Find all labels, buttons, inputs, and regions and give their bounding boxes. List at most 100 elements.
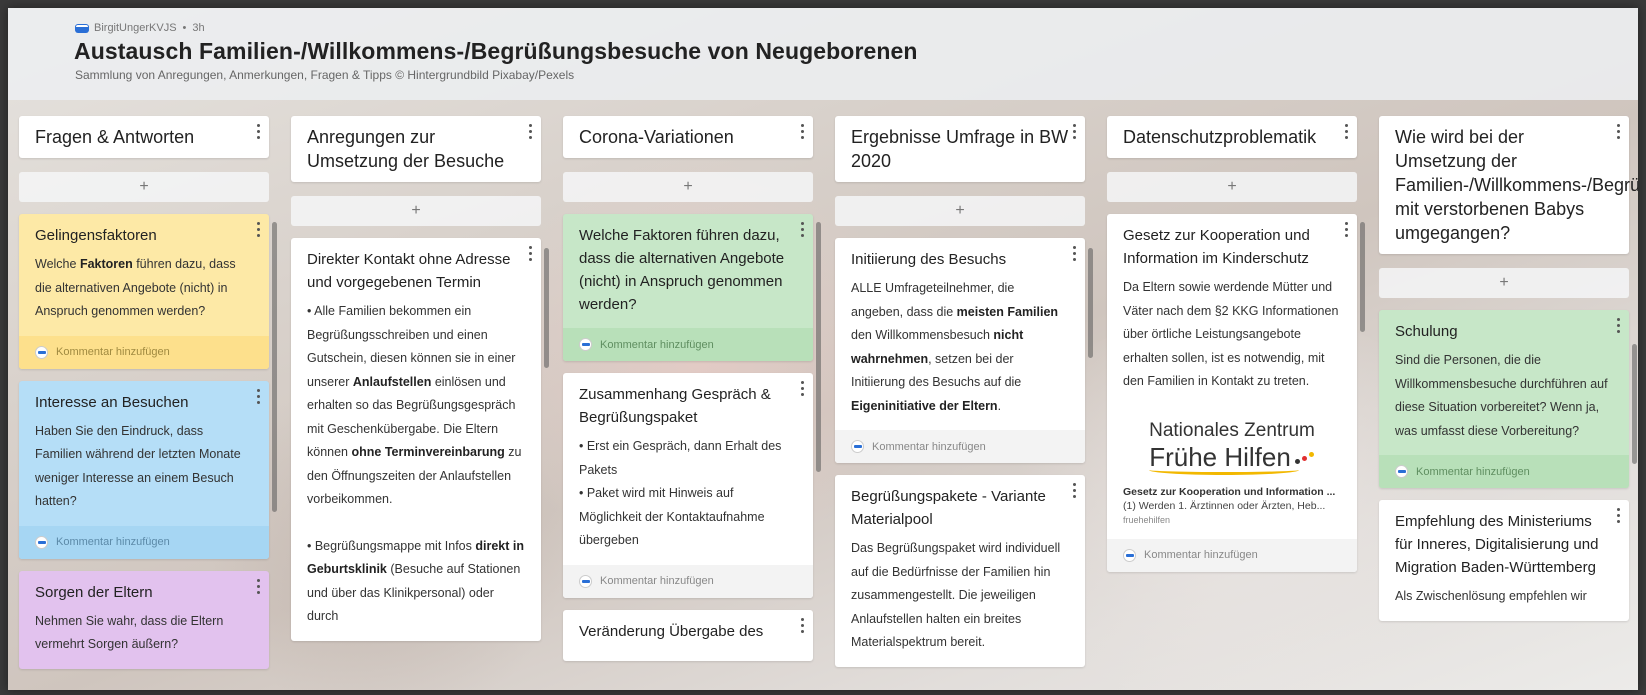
more-options-icon[interactable] bbox=[527, 246, 533, 261]
add-post-button[interactable]: + bbox=[563, 172, 813, 202]
more-options-icon[interactable] bbox=[1071, 246, 1077, 261]
link-preview-text: (1) Werden 1. Ärztinnen oder Ärzten, Heb… bbox=[1123, 499, 1326, 512]
more-options-icon[interactable] bbox=[799, 124, 805, 139]
user-avatar-icon bbox=[35, 535, 48, 549]
column-title: Ergebnisse Umfrage in BW 2020 bbox=[835, 116, 1085, 182]
column-scrollbar[interactable] bbox=[1632, 344, 1637, 464]
add-comment-button[interactable]: Kommentar hinzufügen bbox=[563, 328, 813, 361]
user-avatar-icon bbox=[1395, 465, 1408, 478]
more-options-icon[interactable] bbox=[255, 222, 261, 237]
post-title: Welche Faktoren führen dazu, dass die al… bbox=[579, 227, 785, 313]
post-card[interactable]: Gelingensfaktoren Welche Faktoren führen… bbox=[19, 214, 269, 369]
user-avatar-icon bbox=[1123, 548, 1136, 562]
post-text: • Begrüßungsmappe mit Infos direkt in Ge… bbox=[307, 538, 524, 624]
post-text: Als Zwischenlösung empfehlen wir bbox=[1395, 589, 1587, 603]
board-header: BirgitUngerKVJS • 3h Austausch Familien-… bbox=[8, 8, 1638, 100]
post-text: Welche Faktoren führen dazu, dass die al… bbox=[35, 257, 236, 318]
column-scrollbar[interactable] bbox=[544, 248, 549, 368]
more-options-icon[interactable] bbox=[799, 222, 805, 237]
post-title: Direkter Kontakt ohne Adresse und vorgeg… bbox=[307, 251, 511, 291]
add-post-button[interactable]: + bbox=[19, 172, 269, 202]
post-card[interactable]: Welche Faktoren führen dazu, dass die al… bbox=[563, 214, 813, 361]
column-ergebnisse: Ergebnisse Umfrage in BW 2020 + Initiier… bbox=[835, 116, 1093, 667]
column-scrollbar[interactable] bbox=[1088, 248, 1093, 358]
column-corona: Corona-Variationen + Welche Faktoren füh… bbox=[563, 116, 821, 661]
more-options-icon[interactable] bbox=[255, 124, 261, 139]
more-options-icon[interactable] bbox=[1343, 124, 1349, 139]
board-subtitle: Sammlung von Anregungen, Anmerkungen, Fr… bbox=[75, 68, 575, 82]
logo-swoosh-icon bbox=[1149, 465, 1300, 475]
more-options-icon[interactable] bbox=[1615, 124, 1621, 139]
more-options-icon[interactable] bbox=[255, 578, 261, 594]
post-title: Gelingensfaktoren bbox=[35, 227, 157, 244]
column-title: Fragen & Antworten bbox=[19, 116, 269, 158]
post-text: • Erst ein Gespräch, dann Erhalt des Pak… bbox=[579, 439, 782, 477]
column-scrollbar[interactable] bbox=[272, 222, 277, 512]
author-flag-icon bbox=[76, 24, 88, 32]
user-avatar-icon bbox=[579, 338, 592, 351]
post-title: Sorgen der Eltern bbox=[35, 583, 153, 601]
post-card[interactable]: Direkter Kontakt ohne Adresse und vorgeg… bbox=[291, 238, 541, 641]
user-avatar-icon bbox=[35, 345, 48, 359]
more-options-icon[interactable] bbox=[255, 388, 261, 404]
post-card[interactable]: Interesse an Besuchen Haben Sie den Eind… bbox=[19, 380, 269, 559]
post-title: Veränderung Übergabe des bbox=[579, 622, 764, 640]
post-title: Initiierung des Besuchs bbox=[851, 251, 1007, 268]
board-background: BirgitUngerKVJS • 3h Austausch Familien-… bbox=[8, 8, 1638, 690]
more-options-icon[interactable] bbox=[527, 124, 533, 139]
add-post-button[interactable]: + bbox=[835, 196, 1085, 226]
column-anregungen: Anregungen zur Umsetzung der Besuche + D… bbox=[291, 116, 549, 641]
post-card[interactable]: Begrüßungspakete - Variante Materialpool… bbox=[835, 475, 1085, 667]
more-options-icon[interactable] bbox=[1343, 222, 1349, 237]
add-comment-button[interactable]: Kommentar hinzufügen bbox=[19, 335, 269, 369]
column-title: Corona-Variationen bbox=[563, 116, 813, 158]
column-scrollbar[interactable] bbox=[816, 222, 821, 472]
post-card[interactable]: Schulung Sind die Personen, die die Will… bbox=[1379, 310, 1629, 488]
post-card[interactable]: Zusammenhang Gespräch & Begrüßungspaket … bbox=[563, 373, 813, 598]
author-name[interactable]: BirgitUngerKVJS bbox=[94, 22, 177, 34]
column-title: Wie wird bei der Umsetzung der Familien-… bbox=[1379, 116, 1638, 254]
post-title: Interesse an Besuchen bbox=[35, 393, 189, 411]
column-datenschutz: Datenschutzproblematik + Gesetz zur Koop… bbox=[1107, 116, 1365, 572]
add-comment-button[interactable]: Kommentar hinzufügen bbox=[1379, 455, 1629, 488]
add-comment-button[interactable]: Kommentar hinzufügen bbox=[1107, 538, 1357, 572]
post-title: Empfehlung des Ministeriums für Inneres,… bbox=[1395, 513, 1599, 576]
column-verstorbene-babys: Wie wird bei der Umsetzung der Familien-… bbox=[1379, 116, 1638, 621]
post-text: Das Begrüßungspaket wird individuell auf… bbox=[851, 541, 1061, 649]
more-options-icon[interactable] bbox=[1615, 508, 1621, 523]
post-text: • Alle Familien bekommen ein Begrüßungss… bbox=[307, 304, 522, 506]
board-title: Austausch Familien-/Willkommens-/Begrüßu… bbox=[74, 38, 918, 64]
post-text: • Paket wird mit Hinweis auf Möglichkeit… bbox=[579, 486, 765, 547]
add-post-button[interactable]: + bbox=[1379, 268, 1629, 298]
more-options-icon[interactable] bbox=[1071, 483, 1077, 498]
link-preview-title[interactable]: Gesetz zur Kooperation und Information .… bbox=[1123, 485, 1341, 499]
post-card[interactable]: Sorgen der Eltern Nehmen Sie wahr, dass … bbox=[19, 570, 269, 669]
post-card[interactable]: Veränderung Übergabe des bbox=[563, 609, 813, 661]
add-post-button[interactable]: + bbox=[1107, 172, 1357, 202]
post-text: ALLE Umfrageteilnehmer, die angeben, das… bbox=[851, 281, 1059, 413]
column-title: Datenschutzproblematik bbox=[1107, 116, 1357, 158]
column-fragen: Fragen & Antworten + Gelingensfaktoren W… bbox=[19, 116, 277, 669]
user-avatar-icon bbox=[579, 574, 592, 588]
link-preview-source: fruehehilfen bbox=[1123, 514, 1171, 525]
column-scrollbar[interactable] bbox=[1360, 222, 1365, 332]
more-options-icon[interactable] bbox=[799, 617, 805, 633]
fruehe-hilfen-logo[interactable]: Nationales Zentrum Frühe Hilfen bbox=[1123, 394, 1341, 485]
post-title: Begrüßungspakete - Variante Materialpool bbox=[851, 488, 1046, 528]
add-comment-button[interactable]: Kommentar hinzufügen bbox=[19, 525, 269, 559]
more-options-icon[interactable] bbox=[799, 381, 805, 396]
add-comment-button[interactable]: Kommentar hinzufügen bbox=[835, 430, 1085, 463]
post-time: 3h bbox=[192, 22, 205, 34]
post-card[interactable]: Initiierung des Besuchs ALLE Umfrageteil… bbox=[835, 238, 1085, 463]
add-post-button[interactable]: + bbox=[291, 196, 541, 226]
post-card[interactable]: Gesetz zur Kooperation und Information i… bbox=[1107, 214, 1357, 572]
post-text: Haben Sie den Eindruck, dass Familien wä… bbox=[35, 423, 241, 509]
column-title: Anregungen zur Umsetzung der Besuche bbox=[291, 116, 541, 182]
post-text: Nehmen Sie wahr, dass die Eltern vermehr… bbox=[35, 613, 224, 652]
post-card[interactable]: Empfehlung des Ministeriums für Inneres,… bbox=[1379, 500, 1629, 621]
post-text: Sind die Personen, die die Willkommensbe… bbox=[1395, 353, 1608, 438]
separator-dot: • bbox=[182, 22, 187, 34]
more-options-icon[interactable] bbox=[1615, 318, 1621, 333]
add-comment-button[interactable]: Kommentar hinzufügen bbox=[563, 564, 813, 598]
more-options-icon[interactable] bbox=[1071, 124, 1077, 139]
